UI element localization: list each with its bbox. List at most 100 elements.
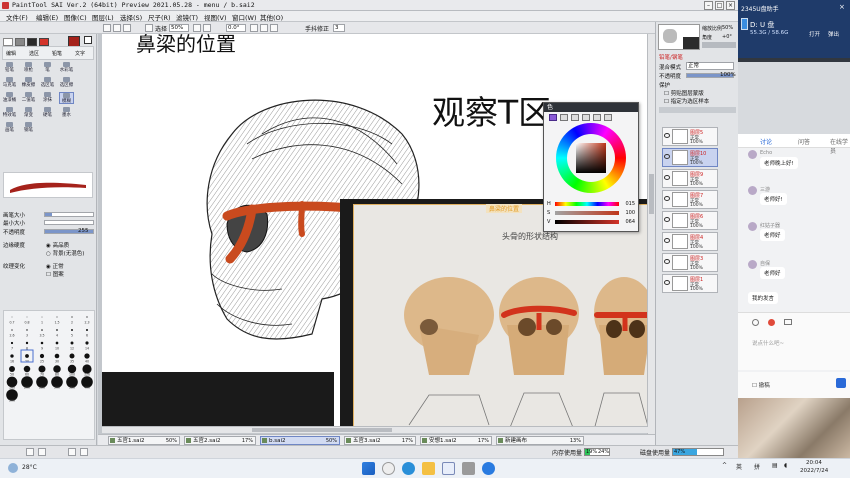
- flip-icon[interactable]: [260, 24, 268, 32]
- start-icon[interactable]: [362, 462, 375, 475]
- emoji-icon[interactable]: [752, 319, 759, 326]
- menu-edit[interactable]: 编辑(E): [36, 12, 58, 22]
- rgb-tab[interactable]: [560, 114, 568, 121]
- tool-tab-pencil[interactable]: 铅笔: [52, 50, 62, 57]
- visibility-eye-icon[interactable]: [664, 280, 670, 285]
- stabilizer-select[interactable]: 3: [333, 24, 345, 32]
- layer-row[interactable]: 图层6 正常 100%: [662, 211, 718, 230]
- color-swatch-white[interactable]: [3, 38, 13, 46]
- doc-tab[interactable]: 安想1.sai2 17%: [420, 436, 492, 445]
- live-app-icon[interactable]: [482, 462, 495, 475]
- edge-icon[interactable]: [402, 462, 415, 475]
- layer-row[interactable]: 图层10 正常 100%: [662, 148, 718, 167]
- tool-select-pen[interactable]: 选区笔: [40, 77, 55, 89]
- menu-ruler[interactable]: 尺子(R): [148, 12, 171, 22]
- image-icon[interactable]: [784, 319, 792, 325]
- tool-gradient[interactable]: 渐变: [21, 107, 36, 119]
- tool-marker[interactable]: 马克笔: [2, 77, 17, 89]
- tool-watercolor[interactable]: 水彩笔: [59, 62, 74, 74]
- hscroll-thumb[interactable]: [252, 428, 392, 432]
- tab-online[interactable]: 在线学员: [830, 137, 850, 155]
- min-size-slider[interactable]: [44, 220, 94, 225]
- usb-open-button[interactable]: 打开: [809, 30, 820, 38]
- save-icon[interactable]: [123, 24, 131, 32]
- doc-tab[interactable]: 新建画布 13%: [496, 436, 584, 445]
- usb-eject-button[interactable]: 弹出: [828, 30, 839, 38]
- color-wheel-tab[interactable]: [549, 114, 557, 121]
- brush-size-slider[interactable]: [44, 212, 94, 217]
- visibility-eye-icon[interactable]: [664, 175, 670, 180]
- layer-row[interactable]: 图层4 正常 100%: [662, 232, 718, 251]
- close-button[interactable]: ×: [726, 1, 735, 10]
- hue-row[interactable]: H 015: [547, 201, 637, 208]
- layer-row[interactable]: 图层5 正常 100%: [662, 127, 718, 146]
- rotate-icon[interactable]: [250, 24, 258, 32]
- menu-other[interactable]: 其他(O): [260, 12, 283, 22]
- zoom-out-icon[interactable]: [193, 24, 201, 32]
- tool-smudge[interactable]: 涂抹: [40, 92, 55, 104]
- blend-mode-select[interactable]: 正常: [686, 62, 734, 70]
- edge-option-bg[interactable]: ○ 背景(无混色): [46, 249, 84, 257]
- tool-select-eraser[interactable]: 选区擦: [59, 77, 74, 89]
- sai-taskbar-icon[interactable]: [462, 462, 475, 475]
- delete-icon[interactable]: [80, 448, 88, 456]
- usb-popup-close[interactable]: ×: [839, 3, 845, 11]
- panel-tab-label[interactable]: 铅笔/钢笔: [659, 53, 683, 61]
- texture-option-normal[interactable]: ◉ 正常: [46, 262, 64, 270]
- menu-filter[interactable]: 滤镜(T): [176, 12, 198, 22]
- search-icon[interactable]: [382, 462, 395, 475]
- chat-input-placeholder[interactable]: 说点什么吧~: [752, 339, 784, 347]
- open-icon[interactable]: [113, 24, 121, 32]
- maximize-button[interactable]: □: [715, 1, 724, 10]
- reset-rotate-icon[interactable]: [270, 24, 278, 32]
- visibility-eye-icon[interactable]: [664, 133, 670, 138]
- tool-paint[interactable]: 画笔: [2, 122, 17, 134]
- volume-icon[interactable]: ◖: [784, 462, 787, 469]
- tray-arrow-icon[interactable]: ^: [722, 462, 727, 469]
- visibility-eye-icon[interactable]: [664, 259, 670, 264]
- menu-window[interactable]: 窗口(W): [232, 12, 257, 22]
- tool-tab-edit[interactable]: 编辑: [6, 50, 16, 57]
- visibility-eye-icon[interactable]: [664, 154, 670, 159]
- tab-qa[interactable]: 问答: [798, 137, 810, 146]
- saturation-value-square[interactable]: [576, 143, 606, 173]
- tool-binary-pen[interactable]: 二值笔: [21, 92, 36, 104]
- selection-icon[interactable]: [145, 24, 153, 32]
- ref-checkbox[interactable]: ☐ 指定为选区样本: [664, 97, 709, 105]
- tool-pencil[interactable]: 铅笔: [2, 62, 17, 74]
- tool-pen[interactable]: 钢笔: [21, 122, 36, 134]
- clip-checkbox[interactable]: ☐ 剪贴图层蒙版: [664, 89, 704, 97]
- menu-view[interactable]: 视图(V): [204, 12, 227, 22]
- gift-icon[interactable]: [768, 319, 775, 326]
- brush-size-dots[interactable]: 0.7 0.8 1 1.5 2 2.32.6 3 3.5 4 5 67 8 9 10 12 1416 20 25 3…: [4, 311, 96, 441]
- hsv-tab[interactable]: [571, 114, 579, 121]
- doc-tab[interactable]: 五官2.sai2 17%: [184, 436, 256, 445]
- undo-icon[interactable]: [68, 448, 76, 456]
- clock-date[interactable]: 2022/7/24: [800, 468, 828, 474]
- layer-row[interactable]: 图层1 正常 100%: [662, 274, 718, 293]
- doc-tab[interactable]: 五官3.sai2 17%: [344, 436, 416, 445]
- value-row[interactable]: V 064: [547, 219, 637, 226]
- tool-hard-pen[interactable]: 硬笔: [40, 107, 55, 119]
- swatch-tab[interactable]: [582, 114, 590, 121]
- menu-file[interactable]: 文件(F): [6, 12, 28, 22]
- color-swatch-black[interactable]: [27, 38, 37, 46]
- new-icon[interactable]: [103, 24, 111, 32]
- explorer-icon[interactable]: [422, 462, 435, 475]
- menu-select[interactable]: 选择(S): [120, 12, 142, 22]
- edge-option-hq[interactable]: ◉ 高品质: [46, 241, 69, 249]
- tool-blur[interactable]: 模糊: [59, 92, 74, 104]
- visibility-eye-icon[interactable]: [664, 238, 670, 243]
- doc-tab[interactable]: 五官1.sai2 50%: [108, 436, 180, 445]
- secondary-color[interactable]: [84, 36, 92, 44]
- canvas[interactable]: 鼻梁的位置 观察T区 鼻梁的位置 头骨的形状结构: [102, 34, 648, 430]
- tab-discussion[interactable]: 讨论: [760, 137, 772, 146]
- menu-layer[interactable]: 图层(L): [92, 12, 114, 22]
- color-swatch-gray[interactable]: [15, 38, 25, 46]
- network-icon[interactable]: ▤: [772, 462, 778, 469]
- tool-eraser[interactable]: 橡皮擦: [21, 77, 36, 89]
- tool-bucket[interactable]: 油漆桶: [2, 92, 17, 104]
- tool-tab-select[interactable]: 选区: [29, 50, 39, 57]
- clock-time[interactable]: 20:04: [806, 460, 822, 466]
- visibility-eye-icon[interactable]: [664, 217, 670, 222]
